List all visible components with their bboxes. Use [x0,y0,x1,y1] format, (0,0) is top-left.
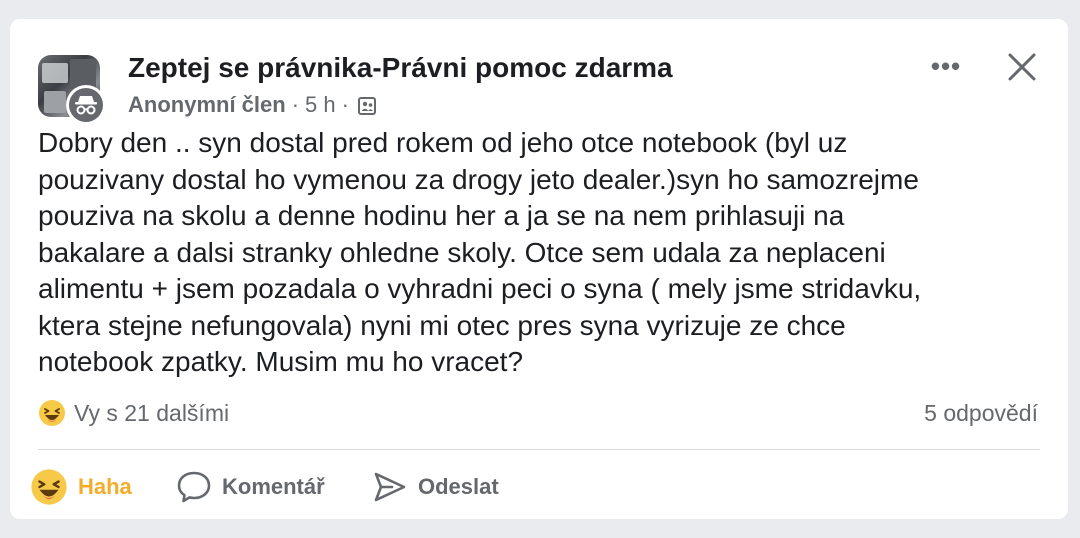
more-horizontal-icon: ••• [930,51,962,81]
meta-separator: · [341,92,349,117]
action-bar: Haha Komentář Odeslat [10,467,1068,507]
avatar-photo-fragment [44,91,66,113]
send-label: Odeslat [418,474,499,499]
send-button[interactable]: Odeslat [372,467,499,507]
incognito-icon [69,88,103,122]
close-icon [1008,53,1036,81]
comment-button[interactable]: Komentář [176,467,325,507]
haha-emoji-icon [31,469,67,505]
post-timestamp[interactable]: 5 h [305,91,336,119]
haha-reaction-button[interactable]: Haha [30,467,132,507]
post-body-text: Dobry den .. syn dostal pred rokem od je… [38,127,922,377]
close-button[interactable] [1002,51,1042,85]
comment-label: Komentář [222,474,325,499]
reactions-summary[interactable]: Vy s 21 dalšími [38,399,229,427]
group-name-link[interactable]: Zeptej se právnika-Právni pomoc zdarma [128,51,673,85]
haha-label: Haha [78,474,132,499]
meta-separator: · [291,92,300,117]
comments-count-link[interactable]: 5 odpovědí [924,400,1038,427]
reactions-text: Vy s 21 dalšími [74,399,230,426]
more-options-button[interactable]: ••• [926,53,966,79]
author-name[interactable]: Anonymní člen [128,91,286,119]
comment-icon [177,471,211,503]
action-bar-divider [38,449,1040,450]
send-icon [374,472,406,502]
post-meta: Anonymní člen · 5 h · [128,91,377,119]
group-privacy-icon[interactable] [357,95,377,115]
avatar-photo-fragment [42,63,68,83]
haha-emoji-icon [39,400,65,426]
post-card: Zeptej se právnika-Právni pomoc zdarma A… [10,19,1068,519]
anonymous-member-badge [66,85,106,125]
